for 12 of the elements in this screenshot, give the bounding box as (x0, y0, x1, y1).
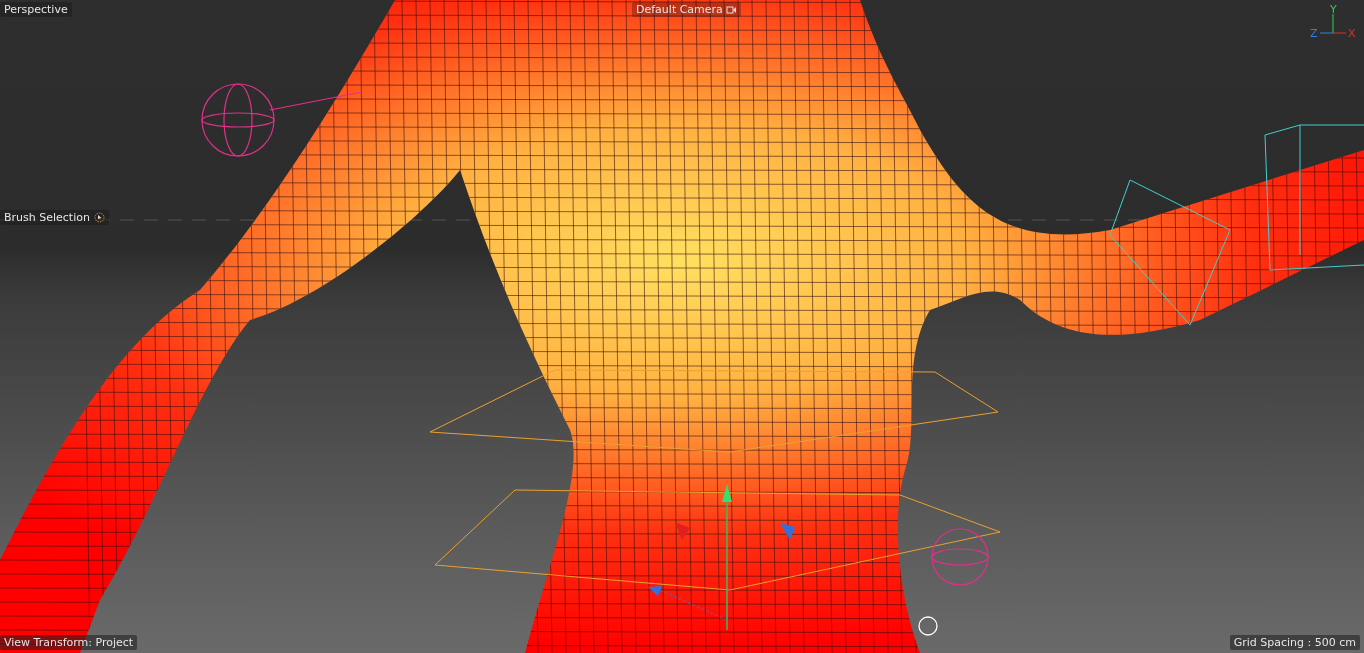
view-name[interactable]: Perspective (0, 2, 72, 17)
camera-label[interactable]: Default Camera (632, 2, 741, 17)
brush-mode-label[interactable]: Brush Selection (0, 210, 109, 225)
camera-icon (725, 4, 737, 15)
brush-cursor-icon (918, 616, 938, 636)
3d-viewport[interactable]: Perspective Default Camera Y Z X Brush Selection View Transform: Project Grid Spacing : 500 cm (0, 0, 1364, 653)
joint-drawing[interactable] (201, 83, 363, 157)
cursor-circle-icon (93, 212, 105, 223)
bone-box-drawing[interactable] (1109, 124, 1364, 326)
view-transform-label: View Transform: Project (0, 635, 138, 650)
grid-spacing-label: Grid Spacing : 500 cm (1229, 635, 1360, 650)
move-gizmo-drawing[interactable] (648, 484, 795, 631)
